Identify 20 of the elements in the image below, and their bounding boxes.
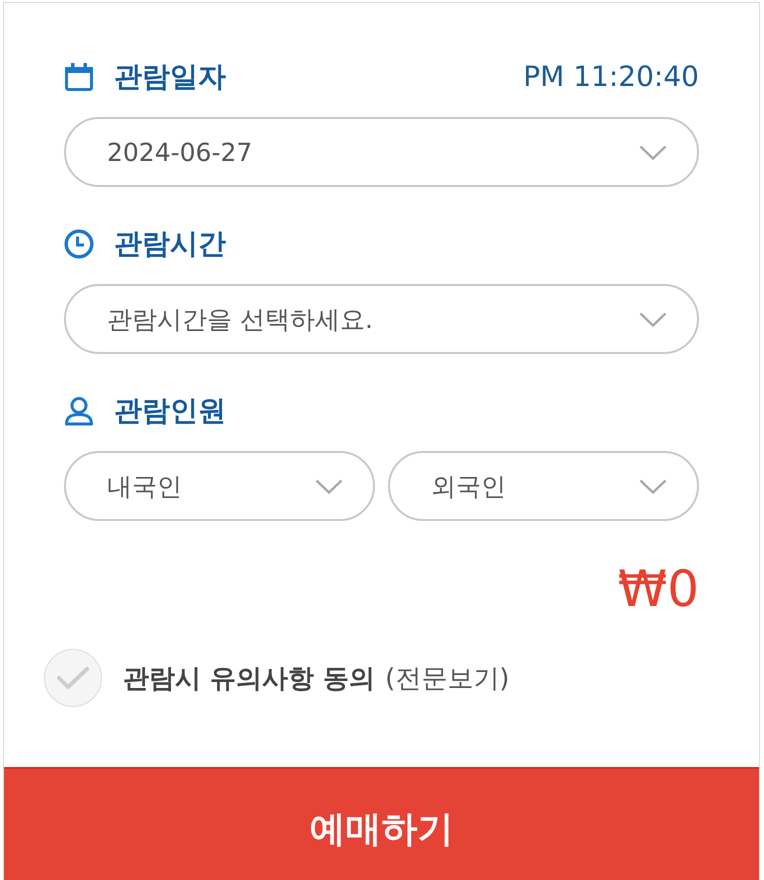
calendar-icon bbox=[64, 62, 94, 92]
clock-icon bbox=[64, 229, 94, 259]
total-price: ₩0 bbox=[618, 559, 699, 619]
chevron-down-icon bbox=[639, 144, 667, 160]
check-icon bbox=[57, 666, 89, 690]
book-button[interactable]: 예매하기 bbox=[4, 767, 759, 880]
view-full-text-link[interactable]: (전문보기) bbox=[385, 660, 510, 696]
agree-label: 관람시 유의사항 동의 bbox=[123, 662, 376, 696]
visitor-count-dropdown[interactable]: 외국인 bbox=[388, 451, 699, 521]
chevron-down-icon bbox=[639, 478, 667, 494]
section-heading: 관람일자 bbox=[114, 59, 226, 95]
section-heading: 관람시간 bbox=[114, 226, 226, 262]
person-icon bbox=[64, 396, 94, 426]
chevron-down-icon bbox=[315, 478, 343, 494]
current-time: PM 11:20:40 bbox=[523, 59, 699, 95]
section-heading: 관람인원 bbox=[114, 393, 226, 429]
date-dropdown[interactable]: 2024-06-27 bbox=[64, 117, 699, 187]
visitor-count-dropdown[interactable]: 내국인 bbox=[64, 451, 375, 521]
time-dropdown[interactable]: 관람시간을 선택하세요. bbox=[64, 284, 699, 354]
chevron-down-icon bbox=[639, 312, 667, 326]
